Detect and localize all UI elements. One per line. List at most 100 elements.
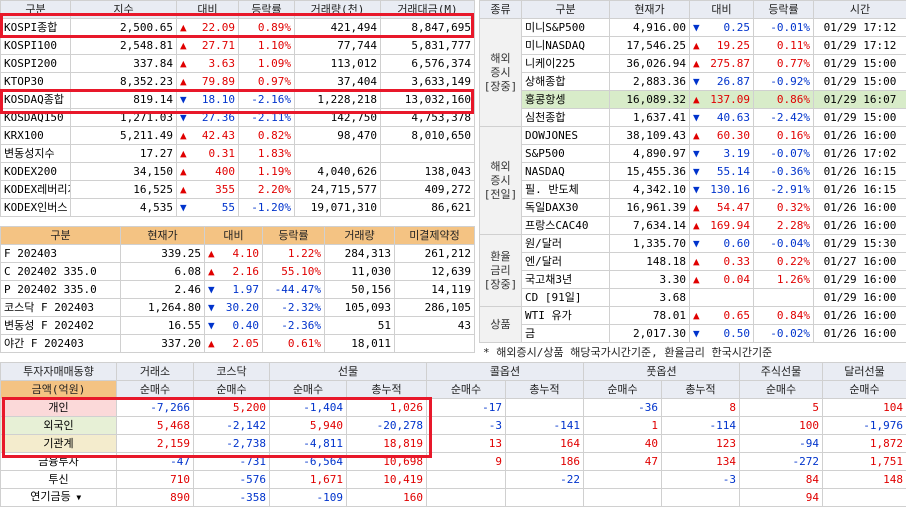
investor-row[interactable]: 외국인 5,468 -2,142 5,940 -20,278 -3 -141 1 -114 100… (0, 416, 906, 435)
index-name[interactable]: KOSDAQ150 (0, 108, 71, 127)
dropdown-arrow-icon[interactable]: ▼ (71, 490, 87, 506)
index-name[interactable]: KTOP30 (0, 72, 71, 91)
investor-row[interactable]: 투신 710 -576 1,671 10,419 -22 -3 84 148 (0, 470, 906, 489)
derivative-name[interactable]: F 202403 (0, 244, 121, 263)
world-market-name[interactable]: 원/달러 (521, 234, 610, 253)
world-market-row[interactable]: CD [91일] 3.68 01/29 16:00 (480, 288, 906, 307)
derivative-row[interactable]: F 202403 339.25 ▲ 4.10 1.22% 284,313 261,212 (0, 244, 475, 263)
investor-row[interactable]: 금융투자 -47 -731 -6,564 10,698 9 186 47 134 -272 1,75… (0, 452, 906, 471)
index-row[interactable]: KOSDAQ종합 819.14 ▼ 18.10 -2.16% 1,228,218 13,03… (0, 90, 475, 109)
world-market-row[interactable]: 프랑스CAC40 7,634.14 ▲ 169.94 2.28% 01/26 16:00 (480, 216, 906, 235)
index-row[interactable]: KODEX레버리지 16,525 ▲ 355 2.20% 24,715,577 409,27… (0, 180, 475, 199)
derivative-row[interactable]: C 202402 335.0 6.08 ▲ 2.16 55.10% 11,030 12,63… (0, 262, 475, 281)
investor-name[interactable]: 연기금등 ▼ (0, 488, 117, 507)
index-name[interactable]: KODEX인버스 (0, 198, 71, 217)
column-header[interactable]: 지수 (70, 0, 177, 19)
world-market-name[interactable]: NASDAQ (521, 162, 610, 181)
world-market-name[interactable]: DOWJONES (521, 126, 610, 145)
world-market-name[interactable]: 국고채3년 (521, 270, 610, 289)
index-row[interactable]: KRX100 5,211.49 ▲ 42.43 0.82% 98,470 8,010,650 (0, 126, 475, 145)
index-name[interactable]: KOSPI100 (0, 36, 71, 55)
column-header[interactable]: 현재가 (609, 0, 690, 19)
index-row[interactable]: KOSPI종합 2,500.65 ▲ 22.09 0.89% 421,494 8,847,6… (0, 18, 475, 37)
index-name[interactable]: KODEX200 (0, 162, 71, 181)
world-market-name[interactable]: 니케이225 (521, 54, 610, 73)
derivative-row[interactable]: P 202402 335.0 2.46 ▼ 1.97 -44.47% 50,156 14,1… (0, 280, 475, 299)
index-name[interactable]: 변동성지수 (0, 144, 71, 163)
index-row[interactable]: KOSDAQ150 1,271.03 ▼ 27.36 -2.11% 142,750 4,75… (0, 108, 475, 127)
index-row[interactable]: KODEX인버스 4,535 ▼ 55 -1.20% 19,071,310 86,621 (0, 198, 475, 217)
column-header[interactable]: 시간 (813, 0, 906, 19)
index-name[interactable]: KOSPI종합 (0, 18, 71, 37)
derivative-name[interactable]: P 202402 335.0 (0, 280, 121, 299)
world-market-name[interactable]: 미니S&P500 (521, 18, 610, 37)
column-header[interactable]: 대비 (176, 0, 239, 19)
world-market-name[interactable]: 프랑스CAC40 (521, 216, 610, 235)
index-name[interactable]: KOSPI200 (0, 54, 71, 73)
derivative-name[interactable]: 코스닥 F 202403 (0, 298, 121, 317)
world-market-row[interactable]: 해외 증시 [전일] DOWJONES 38,109.43 ▲ 60.30 0.16% 01/2… (479, 126, 906, 235)
derivative-row[interactable]: 야간 F 202403 337.20 ▲ 2.05 0.61% 18,011 (0, 334, 475, 353)
column-header[interactable]: 종류 (479, 0, 522, 19)
world-market-row[interactable]: S&P500 4,890.97 ▼ 3.19 -0.07% 01/26 17:02 (480, 144, 906, 163)
world-market-name[interactable]: 독일DAX30 (521, 198, 610, 217)
derivative-row[interactable]: 변동성 F 202402 16.55 ▼ 0.40 -2.36% 51 43 (0, 316, 475, 335)
index-row[interactable]: KODEX200 34,150 ▲ 400 1.19% 4,040,626 138,043 (0, 162, 475, 181)
world-market-name[interactable]: CD [91일] (521, 288, 610, 307)
column-header[interactable]: 대비 (204, 226, 263, 245)
investor-name[interactable]: 외국인 (0, 416, 117, 435)
world-market-row[interactable]: 환율 금리 [장중] 원/달러 1,335.70 ▼ 0.60 -0.04% 01/29 15:… (479, 234, 906, 307)
world-market-row[interactable]: 독일DAX30 16,961.39 ▲ 54.47 0.32% 01/26 16:00 (480, 198, 906, 217)
world-market-name[interactable]: 필. 반도체 (521, 180, 610, 199)
world-market-name[interactable]: 금 (521, 324, 610, 343)
column-header[interactable]: 거래대금(M) (380, 0, 475, 19)
index-name[interactable]: KOSDAQ종합 (0, 90, 71, 109)
derivative-name[interactable]: C 202402 335.0 (0, 262, 121, 281)
world-market-row[interactable]: 니케이225 36,026.94 ▲ 275.87 0.77% 01/29 15:00 (480, 54, 906, 73)
investor-name[interactable]: 개인 (0, 398, 117, 417)
world-market-row[interactable]: NASDAQ 15,455.36 ▼ 55.14 -0.36% 01/26 16:15 (480, 162, 906, 181)
column-header[interactable]: 대비 (689, 0, 754, 19)
column-header[interactable]: 거래량 (324, 226, 395, 245)
derivative-name[interactable]: 야간 F 202403 (0, 334, 121, 353)
investor-row[interactable]: 개인 -7,266 5,200 -1,404 1,026 -17 -36 8 5 104 (0, 398, 906, 417)
world-market-row[interactable]: 홍콩항셍 16,089.32 ▲ 137.09 0.86% 01/29 16:07 (480, 90, 906, 109)
world-market-name[interactable]: 심천종합 (521, 108, 610, 127)
investor-name[interactable]: 기관계 (0, 434, 117, 453)
index-row[interactable]: KOSPI200 337.84 ▲ 3.63 1.09% 113,012 6,576,374 (0, 54, 475, 73)
column-header[interactable]: 미결제약정 (394, 226, 475, 245)
world-market-row[interactable]: 상해종합 2,883.36 ▼ 26.87 -0.92% 01/29 15:00 (480, 72, 906, 91)
investor-name[interactable]: 투신 (0, 470, 117, 489)
column-header[interactable]: 거래량(천) (294, 0, 381, 19)
column-header[interactable]: 구분 (521, 0, 610, 19)
investor-row[interactable]: 연기금등 ▼ 890 -358 -109 160 94 (0, 488, 906, 507)
world-market-row[interactable]: 미니NASDAQ 17,546.25 ▲ 19.25 0.11% 01/29 17:12 (480, 36, 906, 55)
world-market-row[interactable]: 해외 증시 [장중] 미니S&P500 4,916.00 ▼ 0.25 -0.01% 01/29… (479, 18, 906, 127)
world-market-row[interactable]: 엔/달러 148.18 ▲ 0.33 0.22% 01/27 16:00 (480, 252, 906, 271)
column-header[interactable]: 등락률 (753, 0, 814, 19)
world-market-name[interactable]: 미니NASDAQ (521, 36, 610, 55)
investor-row[interactable]: 기관계 2,159 -2,738 -4,811 18,819 13 164 40 123 -94 1… (0, 434, 906, 453)
investor-name[interactable]: 금융투자 (0, 452, 117, 471)
column-header[interactable]: 등락률 (262, 226, 325, 245)
world-market-name[interactable]: 상해종합 (521, 72, 610, 91)
index-row[interactable]: 변동성지수 17.27 ▲ 0.31 1.83% (0, 144, 475, 163)
column-header[interactable]: 구분 (0, 226, 121, 245)
world-market-name[interactable]: S&P500 (521, 144, 610, 163)
index-name[interactable]: KODEX레버리지 (0, 180, 71, 199)
world-market-name[interactable]: 홍콩항셍 (521, 90, 610, 109)
derivative-name[interactable]: 변동성 F 202402 (0, 316, 121, 335)
world-market-row[interactable]: 필. 반도체 4,342.10 ▼ 130.16 -2.91% 01/26 16:15 (480, 180, 906, 199)
column-header[interactable]: 구분 (0, 0, 71, 19)
world-market-row[interactable]: 상품 WTI 유가 78.01 ▲ 0.65 0.84% 01/26 16:00 (479, 306, 906, 343)
column-header[interactable]: 등락률 (238, 0, 295, 19)
derivative-row[interactable]: 코스닥 F 202403 1,264.80 ▼ 30.20 -2.32% 105,093 2… (0, 298, 475, 317)
index-row[interactable]: KOSPI100 2,548.81 ▲ 27.71 1.10% 77,744 5,831,7… (0, 36, 475, 55)
world-market-name[interactable]: 엔/달러 (521, 252, 610, 271)
column-header[interactable]: 현재가 (120, 226, 205, 245)
world-market-row[interactable]: 금 2,017.30 ▼ 0.50 -0.02% 01/26 16:00 (480, 324, 906, 343)
world-market-row[interactable]: 국고채3년 3.30 ▲ 0.04 1.26% 01/29 16:00 (480, 270, 906, 289)
index-row[interactable]: KTOP30 8,352.23 ▲ 79.89 0.97% 37,404 3,633,149 (0, 72, 475, 91)
world-market-name[interactable]: WTI 유가 (521, 306, 610, 325)
world-market-row[interactable]: 심천종합 1,637.41 ▼ 40.63 -2.42% 01/29 15:00 (480, 108, 906, 127)
